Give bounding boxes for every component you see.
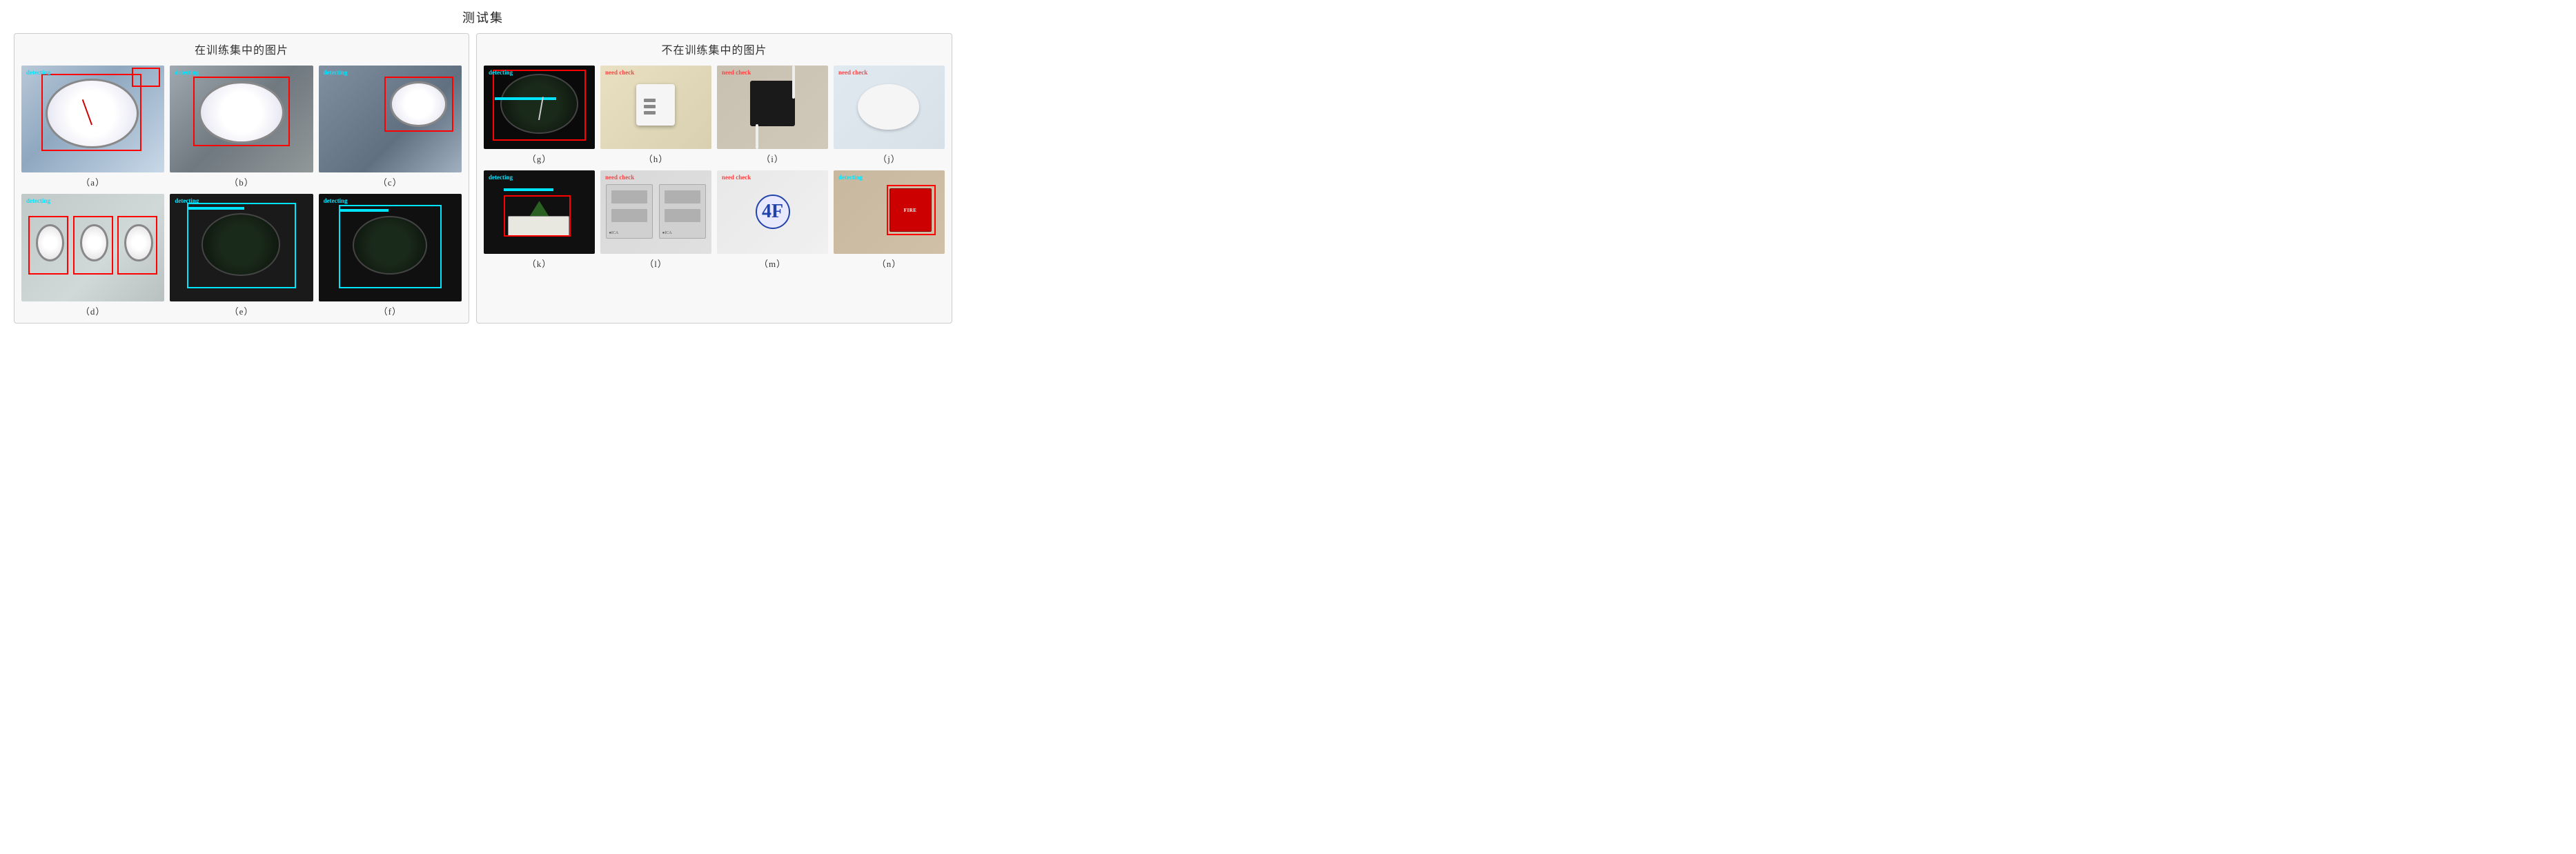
label-detecting-e: detecting — [173, 197, 201, 205]
label-detecting-g: detecting — [486, 68, 515, 77]
image-n: detecting FIRE — [834, 170, 945, 254]
caption-b: （b） — [229, 175, 254, 188]
image-b: detecting — [170, 66, 313, 172]
section-left-title: 在训练集中的图片 — [21, 41, 462, 57]
image-i: need check — [717, 66, 828, 149]
caption-m: （m） — [759, 257, 786, 270]
list-item: need check ●ICA ●ICA （l） — [600, 170, 711, 270]
label-detecting-n: detecting — [836, 173, 865, 181]
caption-k: （k） — [527, 257, 552, 270]
list-item: need check （j） — [834, 66, 945, 165]
list-item: need check 4F （m） — [717, 170, 828, 270]
list-item: detecting （e） — [170, 194, 313, 317]
image-g: detecting — [484, 66, 595, 149]
list-item: detecting （k） — [484, 170, 595, 270]
list-item: detecting FIRE （n） — [834, 170, 945, 270]
list-item: detecting （f） — [319, 194, 462, 317]
image-d: detecting — [21, 194, 164, 301]
caption-n: （n） — [877, 257, 902, 270]
section-in-training: 在训练集中的图片 detecting （a） — [14, 33, 469, 324]
label-needcheck-i: need check — [720, 68, 753, 77]
page-title: 测试集 — [0, 0, 966, 33]
left-image-grid: detecting （a） detecting — [21, 66, 462, 317]
caption-g: （g） — [527, 152, 552, 165]
label-needcheck-j: need check — [836, 68, 869, 77]
image-j: need check — [834, 66, 945, 149]
caption-f: （f） — [379, 304, 402, 317]
image-e: detecting — [170, 194, 313, 301]
image-a: detecting — [21, 66, 164, 172]
label-needcheck-h: need check — [603, 68, 636, 77]
label-detecting-b: detecting — [173, 68, 201, 77]
sign-4f: 4F — [756, 195, 790, 229]
list-item: detecting （d） — [21, 194, 164, 317]
list-item: detecting （c） — [319, 66, 462, 188]
label-needcheck-m: need check — [720, 173, 753, 181]
image-m: need check 4F — [717, 170, 828, 254]
caption-l: （l） — [645, 257, 667, 270]
list-item: need check （h） — [600, 66, 711, 165]
section-not-in-training: 不在训练集中的图片 detecting （g） need check — [476, 33, 952, 324]
list-item: detecting （b） — [170, 66, 313, 188]
caption-j: （j） — [878, 152, 901, 165]
label-detecting-f: detecting — [322, 197, 350, 205]
label-detecting-k: detecting — [486, 173, 515, 181]
caption-i: （i） — [761, 152, 784, 165]
caption-e: （e） — [230, 304, 254, 317]
label-detecting-c: detecting — [322, 68, 350, 77]
caption-h: （h） — [644, 152, 669, 165]
image-k: detecting — [484, 170, 595, 254]
caption-a: （a） — [81, 175, 105, 188]
image-f: detecting — [319, 194, 462, 301]
list-item: need check （i） — [717, 66, 828, 165]
caption-d: （d） — [81, 304, 106, 317]
label-detecting-a: detecting — [24, 68, 52, 77]
right-image-grid: detecting （g） need check — [484, 66, 945, 270]
image-c: detecting — [319, 66, 462, 172]
image-l: need check ●ICA ●ICA — [600, 170, 711, 254]
list-item: detecting （g） — [484, 66, 595, 165]
label-detecting-d: detecting — [24, 197, 52, 205]
label-needcheck-l: need check — [603, 173, 636, 181]
caption-c: （c） — [378, 175, 402, 188]
image-h: need check — [600, 66, 711, 149]
section-right-title: 不在训练集中的图片 — [484, 41, 945, 57]
list-item: detecting （a） — [21, 66, 164, 188]
